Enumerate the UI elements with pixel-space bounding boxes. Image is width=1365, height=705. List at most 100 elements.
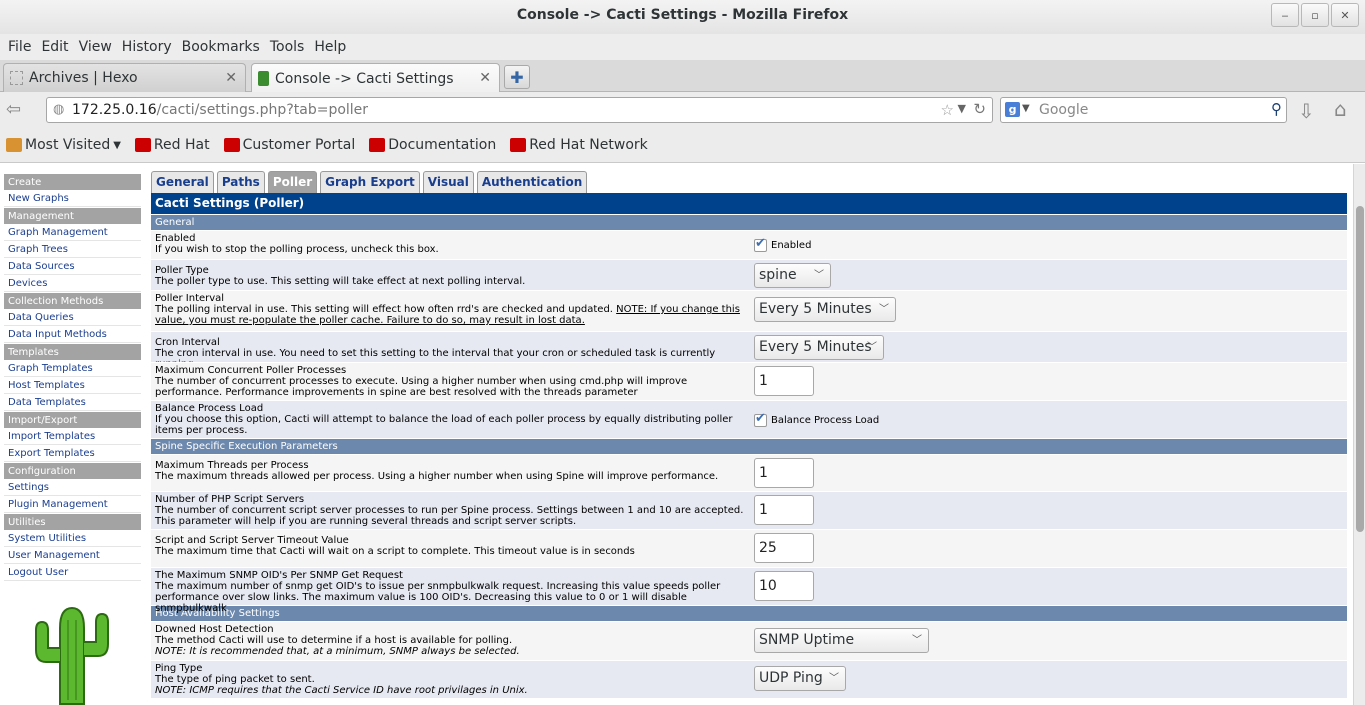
row-max-concurrent-processes: Maximum Concurrent Poller Processes The … xyxy=(151,362,1347,400)
settings-tabs: General Paths Poller Graph Export Visual… xyxy=(151,171,1347,193)
tab-visual[interactable]: Visual xyxy=(422,171,474,193)
sidebar-item-user-management[interactable]: User Management xyxy=(4,547,141,564)
search-icon[interactable]: ⚲ xyxy=(1271,100,1282,118)
sidebar-item-devices[interactable]: Devices xyxy=(4,275,141,292)
search-bar[interactable]: g ▼ Google ⚲ xyxy=(1000,97,1287,123)
sidebar-item-graph-management[interactable]: Graph Management xyxy=(4,224,141,241)
most-visited-icon xyxy=(6,138,22,152)
new-tab-button[interactable]: ✚ xyxy=(504,65,530,89)
section-spine: Spine Specific Execution Parameters xyxy=(151,438,1347,454)
bookmark-most-visited[interactable]: Most Visited ▼ xyxy=(6,137,121,153)
minimize-button[interactable]: ‒ xyxy=(1271,3,1299,27)
url-path: /cacti/settings.php?tab=poller xyxy=(156,102,369,118)
setting-description: The number of concurrent script server p… xyxy=(155,505,744,527)
sidebar-item-data-templates[interactable]: Data Templates xyxy=(4,394,141,411)
history-dropdown-icon[interactable]: ▼ xyxy=(958,102,966,115)
sidebar-item-export-templates[interactable]: Export Templates xyxy=(4,445,141,462)
downloads-icon[interactable]: ⇩ xyxy=(1298,99,1315,123)
menu-history[interactable]: History xyxy=(121,39,173,55)
menu-help[interactable]: Help xyxy=(313,39,347,55)
tab-poller[interactable]: Poller xyxy=(267,171,318,193)
bookmark-label: Customer Portal xyxy=(242,137,356,153)
setting-description: The method Cacti will use to determine i… xyxy=(155,635,513,646)
sidebar-item-graph-templates[interactable]: Graph Templates xyxy=(4,360,141,377)
enabled-checkbox[interactable]: Enabled xyxy=(754,236,812,252)
menu-file[interactable]: File xyxy=(7,39,32,55)
downed-host-select[interactable]: SNMP Uptime ﹀ xyxy=(754,628,929,653)
close-tab-icon[interactable]: ✕ xyxy=(225,70,237,86)
google-engine-icon[interactable]: g xyxy=(1005,102,1020,117)
balance-load-checkbox[interactable]: Balance Process Load xyxy=(754,411,879,427)
setting-description: If you choose this option, Cacti will at… xyxy=(155,414,733,436)
checkbox-label: Enabled xyxy=(771,240,812,251)
sidebar-item-host-templates[interactable]: Host Templates xyxy=(4,377,141,394)
tab-authentication[interactable]: Authentication xyxy=(476,171,588,193)
redhat-icon xyxy=(510,138,527,152)
max-snmp-oids-input[interactable]: 10 xyxy=(754,571,814,601)
sidebar-head-collection-methods: Collection Methods xyxy=(4,292,141,309)
redhat-icon xyxy=(369,138,386,152)
sidebar-item-data-queries[interactable]: Data Queries xyxy=(4,309,141,326)
maximize-button[interactable]: ▫ xyxy=(1301,3,1329,27)
bookmark-red-hat-network[interactable]: Red Hat Network xyxy=(510,137,648,153)
tab-paths[interactable]: Paths xyxy=(216,171,265,193)
tab-graph-export[interactable]: Graph Export xyxy=(320,171,420,193)
sidebar-item-data-sources[interactable]: Data Sources xyxy=(4,258,141,275)
engine-dropdown-icon[interactable]: ▼ xyxy=(1022,103,1030,114)
row-cron-interval: Cron Interval The cron interval in use. … xyxy=(151,331,1347,370)
back-arrow-icon[interactable]: ⇦ xyxy=(6,99,21,120)
tab-general[interactable]: General xyxy=(151,171,214,193)
php-script-servers-input[interactable]: 1 xyxy=(754,495,814,525)
tab-archives-hexo[interactable]: Archives | Hexo ✕ xyxy=(3,63,246,92)
cron-interval-select[interactable]: Every 5 Minutes ﹀ xyxy=(754,335,884,360)
setting-note: NOTE: It is recommended that, at a minim… xyxy=(155,646,520,657)
max-threads-input[interactable]: 1 xyxy=(754,458,814,488)
checkbox-checked-icon[interactable] xyxy=(754,236,767,252)
menu-edit[interactable]: Edit xyxy=(40,39,69,55)
setting-description: The number of concurrent processes to ex… xyxy=(155,376,688,398)
sidebar-item-new-graphs[interactable]: New Graphs xyxy=(4,190,141,207)
menu-view[interactable]: View xyxy=(78,39,113,55)
bookmark-label: Red Hat Network xyxy=(529,137,648,153)
chevron-down-icon: ﹀ xyxy=(814,270,824,281)
navigation-toolbar: ⇦ ◍ 172.25.0.16/cacti/settings.php?tab=p… xyxy=(0,92,1365,128)
sidebar-item-data-input-methods[interactable]: Data Input Methods xyxy=(4,326,141,343)
bookmark-documentation[interactable]: Documentation xyxy=(369,137,496,153)
scrollbar-thumb[interactable] xyxy=(1356,206,1364,532)
sidebar-head-templates: Templates xyxy=(4,343,141,360)
tab-cacti-settings[interactable]: Console -> Cacti Settings ✕ xyxy=(251,63,500,93)
select-value: UDP Ping xyxy=(759,670,823,686)
setting-title: Ping Type xyxy=(155,663,203,674)
max-processes-input[interactable]: 1 xyxy=(754,366,814,396)
setting-title: Poller Interval xyxy=(155,293,225,304)
poller-interval-select[interactable]: Every 5 Minutes ﹀ xyxy=(754,297,896,322)
bookmark-customer-portal[interactable]: Customer Portal xyxy=(223,137,356,153)
close-tab-icon[interactable]: ✕ xyxy=(479,70,491,86)
menu-tools[interactable]: Tools xyxy=(269,39,306,55)
tab-bar: Archives | Hexo ✕ Console -> Cacti Setti… xyxy=(0,60,1365,93)
page-scrollbar[interactable] xyxy=(1353,164,1365,705)
reload-icon[interactable]: ↻ xyxy=(973,100,986,118)
script-timeout-input[interactable]: 25 xyxy=(754,533,814,563)
sidebar-item-logout-user[interactable]: Logout User xyxy=(4,564,141,581)
setting-title: Maximum Threads per Process xyxy=(155,460,309,471)
sidebar-item-system-utilities[interactable]: System Utilities xyxy=(4,530,141,547)
sidebar-item-graph-trees[interactable]: Graph Trees xyxy=(4,241,141,258)
sidebar-item-import-templates[interactable]: Import Templates xyxy=(4,428,141,445)
home-icon[interactable]: ⌂ xyxy=(1334,97,1347,121)
bookmark-red-hat[interactable]: Red Hat xyxy=(134,137,210,153)
sidebar-item-settings[interactable]: Settings xyxy=(4,479,141,496)
checkbox-checked-icon[interactable] xyxy=(754,411,767,427)
setting-title: Balance Process Load xyxy=(155,403,264,414)
setting-title: Poller Type xyxy=(155,265,209,276)
select-value: SNMP Uptime xyxy=(759,632,855,648)
ping-type-select[interactable]: UDP Ping ﹀ xyxy=(754,666,846,691)
url-bar[interactable]: ◍ 172.25.0.16/cacti/settings.php?tab=pol… xyxy=(46,97,993,123)
close-window-button[interactable]: ✕ xyxy=(1331,3,1359,27)
menu-bookmarks[interactable]: Bookmarks xyxy=(181,39,261,55)
select-value: spine xyxy=(759,267,797,283)
poller-type-select[interactable]: spine ﹀ xyxy=(754,263,831,288)
sidebar-item-plugin-management[interactable]: Plugin Management xyxy=(4,496,141,513)
page-viewport: Create New Graphs Management Graph Manag… xyxy=(0,164,1365,705)
bookmark-star-icon[interactable]: ☆ xyxy=(941,101,954,119)
